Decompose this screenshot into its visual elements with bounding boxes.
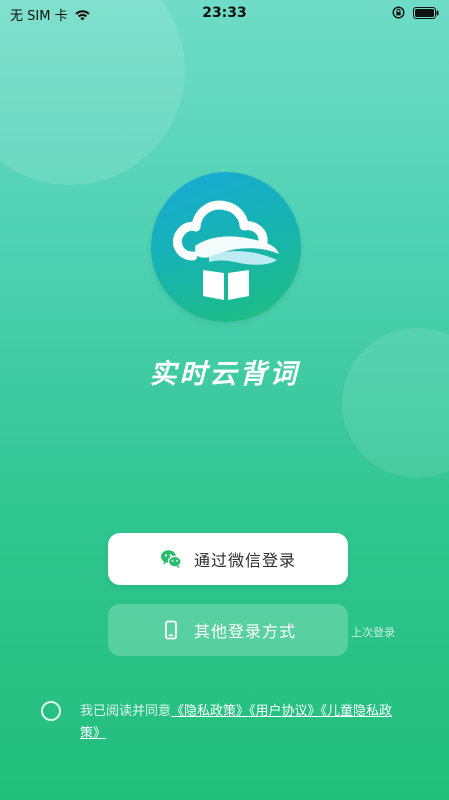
phone-icon	[160, 619, 182, 641]
status-bar: 无 SIM 卡 23:33	[0, 0, 449, 26]
agreement-prefix: 我已阅读并同意	[80, 704, 172, 719]
last-login-badge: 上次登录	[351, 626, 395, 639]
privacy-policy-link[interactable]: 《隐私政策》	[171, 704, 249, 719]
login-screen: 无 SIM 卡 23:33 实时云背词 通过微信登录 其他登录方式 上次登录 我…	[0, 0, 449, 800]
rotation-lock-icon	[392, 6, 405, 19]
decorative-circle	[0, 0, 185, 185]
wechat-icon	[160, 548, 182, 570]
app-logo	[151, 172, 301, 322]
status-time: 23:33	[202, 5, 247, 21]
battery-icon	[413, 6, 439, 19]
other-login-label: 其他登录方式	[193, 622, 296, 641]
user-agreement-link[interactable]: 《用户协议》	[249, 704, 321, 719]
app-title: 实时云背词	[149, 359, 300, 390]
decorative-circle	[342, 328, 449, 478]
other-login-button[interactable]: 其他登录方式	[108, 604, 348, 656]
wechat-login-label: 通过微信登录	[193, 551, 296, 570]
cloud-book-logo-icon	[173, 200, 279, 300]
status-right	[392, 6, 439, 19]
wechat-login-button[interactable]: 通过微信登录	[108, 533, 348, 585]
agreement-checkbox[interactable]	[41, 701, 61, 721]
agreement-text: 我已阅读并同意《隐私政策》《用户协议》《儿童隐私政策》	[80, 701, 410, 745]
